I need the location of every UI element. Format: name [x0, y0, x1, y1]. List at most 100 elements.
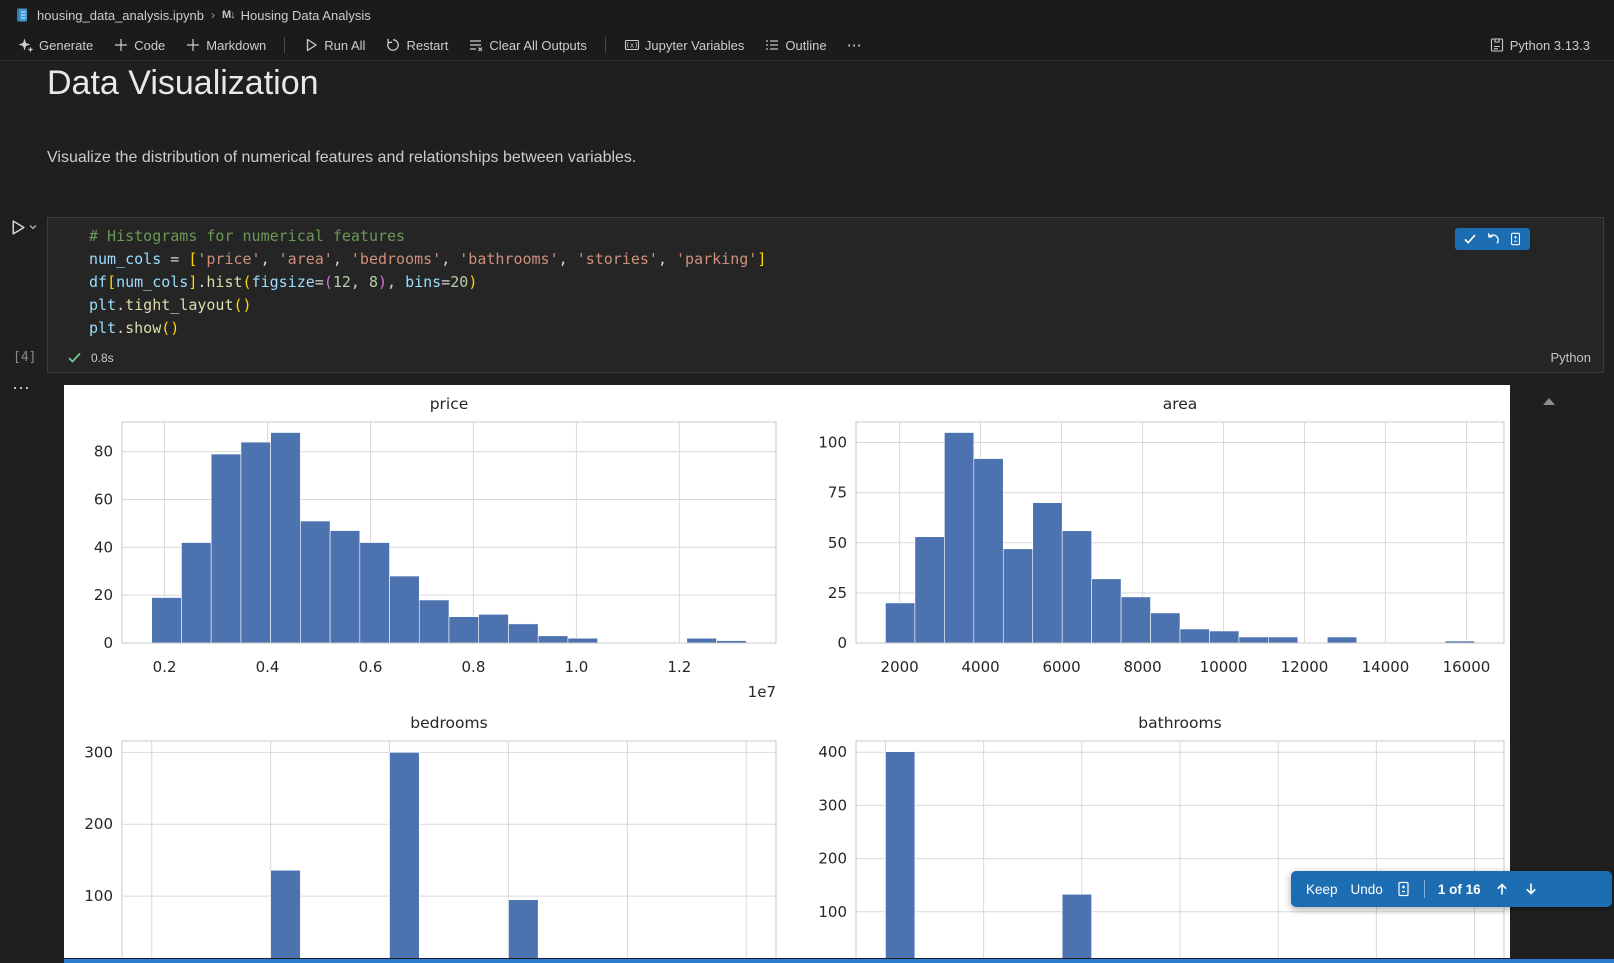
svg-text:1.2: 1.2	[667, 658, 691, 676]
svg-text:6000: 6000	[1042, 658, 1080, 676]
play-icon	[303, 37, 319, 53]
diff-file-icon[interactable]	[1396, 881, 1411, 897]
svg-text:12000: 12000	[1281, 658, 1329, 676]
svg-text:400: 400	[818, 743, 847, 761]
notebook-focus-border	[64, 959, 1614, 963]
svg-text:area: area	[1163, 395, 1198, 413]
svg-text:10000: 10000	[1200, 658, 1248, 676]
svg-text:(x): (x)	[626, 41, 639, 49]
code-line: plt.show()	[89, 317, 1603, 340]
svg-text:100: 100	[84, 887, 113, 905]
collapse-output-icon[interactable]	[1543, 398, 1555, 405]
toolbar-divider	[1424, 880, 1425, 898]
success-check-icon	[67, 350, 82, 365]
code-line: num_cols = ['price', 'area', 'bedrooms',…	[89, 248, 1603, 271]
breadcrumb-separator-icon: ›	[211, 8, 215, 22]
code-cell: # Histograms for numerical featuresnum_c…	[47, 217, 1604, 373]
clear-outputs-label: Clear All Outputs	[489, 38, 587, 53]
histogram-price: price0204060800.20.40.60.81.01.21e7	[64, 386, 806, 703]
notebook-toolbar: Generate Code Markdown Run All Restart C…	[0, 30, 1614, 61]
svg-text:80: 80	[94, 443, 113, 461]
svg-text:0.4: 0.4	[256, 658, 280, 676]
histogram-bathrooms: bathrooms0100200300400	[790, 705, 1510, 958]
variables-icon: (x)	[624, 37, 640, 53]
svg-text:50: 50	[828, 534, 847, 552]
diff-file-icon[interactable]	[1509, 232, 1522, 246]
svg-text:25: 25	[828, 584, 847, 602]
svg-text:0.8: 0.8	[462, 658, 486, 676]
ai-edit-badge	[1455, 228, 1530, 250]
svg-text:2000: 2000	[881, 658, 919, 676]
discard-undo-icon[interactable]	[1486, 232, 1500, 246]
svg-text:14000: 14000	[1362, 658, 1410, 676]
svg-text:40: 40	[94, 538, 113, 556]
svg-text:0: 0	[837, 634, 847, 652]
more-actions-button[interactable]: ⋯	[839, 33, 871, 57]
kernel-icon	[1489, 37, 1505, 53]
execution-count: [4]	[13, 350, 36, 365]
code-line: plt.tight_layout()	[89, 294, 1603, 317]
outline-label: Outline	[785, 38, 826, 53]
jupyter-variables-label: Jupyter Variables	[645, 38, 744, 53]
svg-text:60: 60	[94, 490, 113, 508]
output-more-actions-button[interactable]: ⋯	[12, 378, 30, 399]
svg-text:bathrooms: bathrooms	[1138, 714, 1221, 732]
outline-icon	[764, 37, 780, 53]
histogram-bedrooms: bedrooms0100200300	[64, 705, 806, 958]
clear-all-icon	[468, 37, 484, 53]
toolbar-divider	[284, 37, 285, 53]
svg-text:300: 300	[818, 796, 847, 814]
plus-icon	[113, 37, 129, 53]
generate-button[interactable]: Generate	[10, 34, 101, 56]
breadcrumb-section-label: Housing Data Analysis	[241, 8, 371, 23]
outline-button[interactable]: Outline	[756, 34, 834, 56]
add-code-label: Code	[134, 38, 165, 53]
add-code-button[interactable]: Code	[105, 34, 173, 56]
run-all-button[interactable]: Run All	[295, 34, 373, 56]
generate-label: Generate	[39, 38, 93, 53]
plus-icon	[185, 37, 201, 53]
restart-button[interactable]: Restart	[377, 34, 456, 56]
code-line: # Histograms for numerical features	[89, 225, 1603, 248]
clear-outputs-button[interactable]: Clear All Outputs	[460, 34, 595, 56]
svg-text:1e7: 1e7	[748, 683, 776, 701]
keep-button[interactable]: Keep	[1306, 882, 1338, 897]
svg-text:0: 0	[103, 634, 113, 652]
svg-text:4000: 4000	[962, 658, 1000, 676]
run-cell-button[interactable]	[8, 218, 38, 237]
restart-icon	[385, 37, 401, 53]
cell-status-bar: 0.8s Python	[48, 343, 1603, 372]
svg-text:300: 300	[84, 743, 113, 761]
add-markdown-label: Markdown	[206, 38, 266, 53]
arrow-down-icon[interactable]	[1523, 881, 1539, 897]
restart-label: Restart	[406, 38, 448, 53]
sparkle-icon	[18, 37, 34, 53]
svg-text:200: 200	[818, 850, 847, 868]
ellipsis-icon: ⋯	[847, 36, 863, 54]
accept-check-icon[interactable]	[1463, 232, 1477, 246]
cell-language-picker[interactable]: Python	[1551, 350, 1591, 365]
add-markdown-button[interactable]: Markdown	[177, 34, 274, 56]
svg-text:0.2: 0.2	[153, 658, 177, 676]
breadcrumb-file[interactable]: housing_data_analysis.ipynb	[37, 8, 204, 23]
chevron-down-icon	[28, 218, 38, 237]
run-all-label: Run All	[324, 38, 365, 53]
histogram-area: area 0 25 50 75 100 2000 4000 6000 8000 10000 12000…	[790, 386, 1510, 703]
breadcrumb-section[interactable]: M↓ Housing Data Analysis	[222, 8, 371, 23]
svg-text:75: 75	[828, 484, 847, 502]
svg-text:100: 100	[818, 903, 847, 921]
markdown-paragraph: Visualize the distribution of numerical …	[47, 149, 636, 167]
kernel-label: Python 3.13.3	[1510, 38, 1590, 53]
svg-text:16000: 16000	[1443, 658, 1491, 676]
svg-text:100: 100	[818, 434, 847, 452]
undo-button[interactable]: Undo	[1351, 882, 1383, 897]
arrow-up-icon[interactable]	[1494, 881, 1510, 897]
play-icon	[8, 218, 27, 237]
svg-text:200: 200	[84, 815, 113, 833]
kernel-picker[interactable]: Python 3.13.3	[1481, 34, 1598, 56]
svg-text:8000: 8000	[1123, 658, 1161, 676]
cell-editor[interactable]: # Histograms for numerical featuresnum_c…	[48, 218, 1603, 340]
execution-time: 0.8s	[91, 351, 114, 365]
jupyter-variables-button[interactable]: (x) Jupyter Variables	[616, 34, 752, 56]
svg-text:1.0: 1.0	[564, 658, 588, 676]
